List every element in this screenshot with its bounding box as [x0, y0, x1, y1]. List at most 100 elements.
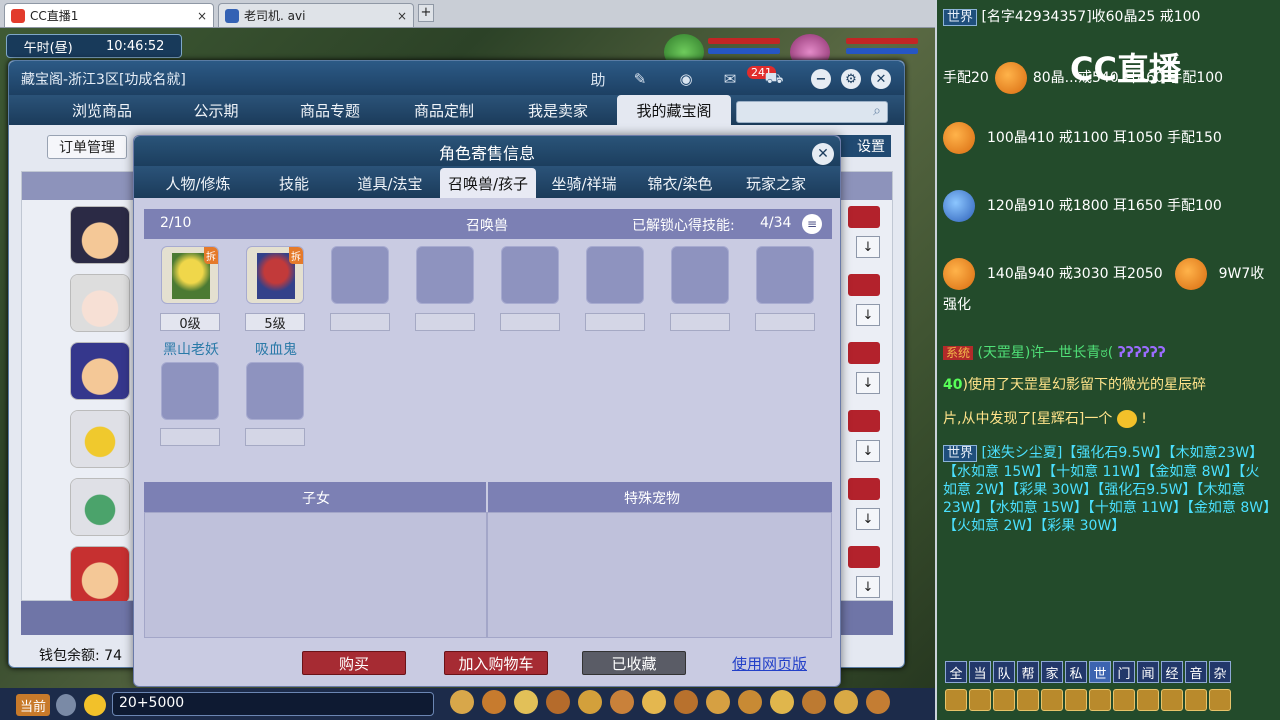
mic-icon[interactable]	[56, 694, 76, 716]
channel-world[interactable]: 世	[1089, 661, 1111, 683]
channel-news[interactable]: 闻	[1137, 661, 1159, 683]
channel-sect[interactable]: 门	[1113, 661, 1135, 683]
pet-slot-empty[interactable]	[246, 362, 304, 420]
chat-up-icon[interactable]	[969, 689, 991, 711]
pet-slot-empty[interactable]	[416, 246, 474, 304]
toolbar-icon[interactable]	[578, 690, 602, 714]
settings-gear-icon[interactable]: ⚙	[841, 69, 861, 89]
row-arrow-icon[interactable]: ↓	[856, 576, 880, 598]
record-icon[interactable]: ◉	[675, 69, 697, 89]
list-item-avatar[interactable]	[70, 546, 130, 604]
world-tag[interactable]: 世界	[943, 445, 978, 462]
favorited-button[interactable]: 已收藏	[582, 651, 686, 675]
add-cart-button[interactable]: 加入购物车	[444, 651, 548, 675]
row-arrow-icon[interactable]: ↓	[856, 508, 880, 530]
menu-icon[interactable]: ≡	[802, 214, 822, 234]
dialog-close-icon[interactable]: ✕	[812, 143, 834, 165]
pet-slot[interactable]: 拆	[246, 246, 304, 304]
chat-down-icon[interactable]	[993, 689, 1015, 711]
channel-team[interactable]: 队	[993, 661, 1015, 683]
chat-grid-icon[interactable]	[1065, 689, 1087, 711]
list-item-avatar[interactable]	[70, 410, 130, 468]
pet-slot-empty[interactable]	[501, 246, 559, 304]
nav-my-treasure[interactable]: 我的藏宝阁	[617, 95, 731, 125]
pet-slot-empty[interactable]	[331, 246, 389, 304]
tab-character[interactable]: 人物/修炼	[150, 168, 246, 198]
nav-browse[interactable]: 浏览商品	[45, 95, 159, 125]
order-manage-button[interactable]: 订单管理	[47, 135, 127, 159]
channel-guild[interactable]: 帮	[1017, 661, 1039, 683]
channel-voice[interactable]: 音	[1185, 661, 1207, 683]
chat-icon[interactable]: ✉	[719, 69, 741, 89]
pet-slot-empty[interactable]	[756, 246, 814, 304]
nav-custom[interactable]: 商品定制	[387, 95, 501, 125]
row-buy-button[interactable]	[848, 342, 880, 364]
chat-bubble-icon[interactable]	[1161, 689, 1183, 711]
row-buy-button[interactable]	[848, 410, 880, 432]
pet-slot-empty[interactable]	[671, 246, 729, 304]
toolbar-icon[interactable]	[674, 690, 698, 714]
world-tag[interactable]: 世界	[943, 9, 978, 26]
chat-add-icon[interactable]	[1185, 689, 1207, 711]
list-item-avatar[interactable]	[70, 342, 130, 400]
channel-all[interactable]: 全	[945, 661, 967, 683]
toolbar-icon[interactable]	[738, 690, 762, 714]
toolbar-icon[interactable]	[834, 690, 858, 714]
row-buy-button[interactable]	[848, 546, 880, 568]
tab-mounts[interactable]: 坐骑/祥瑞	[536, 168, 632, 198]
minimize-button[interactable]: −	[811, 69, 831, 89]
current-channel-button[interactable]: 当前	[16, 694, 50, 716]
chat-pen-icon[interactable]	[1113, 689, 1135, 711]
buy-button[interactable]: 购买	[302, 651, 406, 675]
pet-name[interactable]: 吸血鬼	[241, 339, 311, 359]
row-buy-button[interactable]	[848, 274, 880, 296]
toolbar-icon[interactable]	[450, 690, 474, 714]
nav-public[interactable]: 公示期	[159, 95, 273, 125]
pet-slot-empty[interactable]	[161, 362, 219, 420]
row-arrow-icon[interactable]: ↓	[856, 372, 880, 394]
search-icon[interactable]: ⌕	[873, 103, 881, 119]
cart-icon[interactable]: ⛟	[763, 69, 785, 89]
pet-slot[interactable]: 拆	[161, 246, 219, 304]
toolbar-icon[interactable]	[482, 690, 506, 714]
row-buy-button[interactable]	[848, 206, 880, 228]
list-item-avatar[interactable]	[70, 206, 130, 264]
toolbar-icon[interactable]	[706, 690, 730, 714]
web-version-link[interactable]: 使用网页版	[732, 653, 807, 674]
new-tab-button[interactable]: +	[418, 4, 434, 22]
channel-private[interactable]: 私	[1065, 661, 1087, 683]
tab-skills[interactable]: 技能	[246, 168, 342, 198]
tab-close-icon[interactable]: ×	[397, 9, 407, 23]
list-item-avatar[interactable]	[70, 478, 130, 536]
chat-copy-icon[interactable]	[1137, 689, 1159, 711]
browser-tab-avi[interactable]: 老司机. avi ×	[218, 3, 414, 27]
tab-close-icon[interactable]: ×	[197, 9, 207, 23]
tab-items[interactable]: 道具/法宝	[342, 168, 438, 198]
channel-misc[interactable]: 杂	[1209, 661, 1231, 683]
toolbar-icon[interactable]	[546, 690, 570, 714]
emoji-icon[interactable]	[84, 694, 106, 716]
channel-family[interactable]: 家	[1041, 661, 1063, 683]
search-input[interactable]: ⌕	[736, 101, 888, 123]
tab-home[interactable]: 玩家之家	[728, 168, 824, 198]
chat-padlock-icon[interactable]	[1089, 689, 1111, 711]
toolbar-icon[interactable]	[642, 690, 666, 714]
chat-lock-icon[interactable]	[1017, 689, 1039, 711]
chat-left-icon[interactable]	[945, 689, 967, 711]
toolbar-icon[interactable]	[866, 690, 890, 714]
chat-input[interactable]: 20+5000	[112, 692, 434, 716]
nav-topics[interactable]: 商品专题	[273, 95, 387, 125]
pet-slot-empty[interactable]	[586, 246, 644, 304]
chat-team-icon[interactable]	[1041, 689, 1063, 711]
list-item-avatar[interactable]	[70, 274, 130, 332]
chat-collapse-icon[interactable]	[1209, 689, 1231, 711]
pet-name[interactable]: 黑山老妖	[156, 339, 226, 359]
toolbar-icon[interactable]	[514, 690, 538, 714]
row-buy-button[interactable]	[848, 478, 880, 500]
row-arrow-icon[interactable]: ↓	[856, 304, 880, 326]
row-arrow-icon[interactable]: ↓	[856, 440, 880, 462]
toolbar-icon[interactable]	[770, 690, 794, 714]
browser-tab-cc[interactable]: CC直播1 ×	[4, 3, 214, 27]
tab-pets[interactable]: 召唤兽/孩子	[440, 168, 536, 198]
close-icon[interactable]: ✕	[871, 69, 891, 89]
